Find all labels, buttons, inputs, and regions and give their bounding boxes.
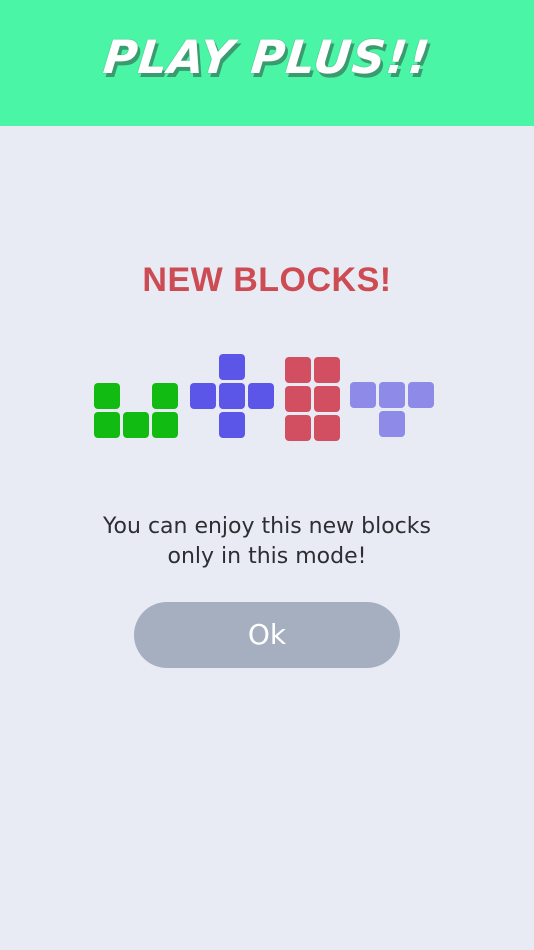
block-cell bbox=[219, 354, 245, 380]
block-cell bbox=[379, 411, 405, 437]
info-message: You can enjoy this new blocks only in th… bbox=[0, 512, 534, 572]
block-cell bbox=[190, 383, 216, 409]
block-cell bbox=[285, 386, 311, 412]
block-cell bbox=[94, 412, 120, 438]
block-cell bbox=[314, 386, 340, 412]
block-cell bbox=[285, 357, 311, 383]
block-cell bbox=[285, 415, 311, 441]
block-cell bbox=[219, 383, 245, 409]
block-cell bbox=[219, 412, 245, 438]
block-cell bbox=[314, 415, 340, 441]
info-message-line-2: only in this mode! bbox=[167, 544, 367, 569]
ok-button[interactable]: Ok bbox=[134, 602, 400, 668]
block-cell bbox=[94, 383, 120, 409]
block-cell bbox=[123, 412, 149, 438]
block-cell bbox=[408, 382, 434, 408]
block-cell bbox=[248, 383, 274, 409]
block-cell bbox=[152, 383, 178, 409]
new-blocks-preview bbox=[0, 0, 534, 950]
block-cell bbox=[350, 382, 376, 408]
block-cell bbox=[379, 382, 405, 408]
block-cell bbox=[152, 412, 178, 438]
block-cell bbox=[314, 357, 340, 383]
info-message-line-1: You can enjoy this new blocks bbox=[103, 514, 431, 539]
